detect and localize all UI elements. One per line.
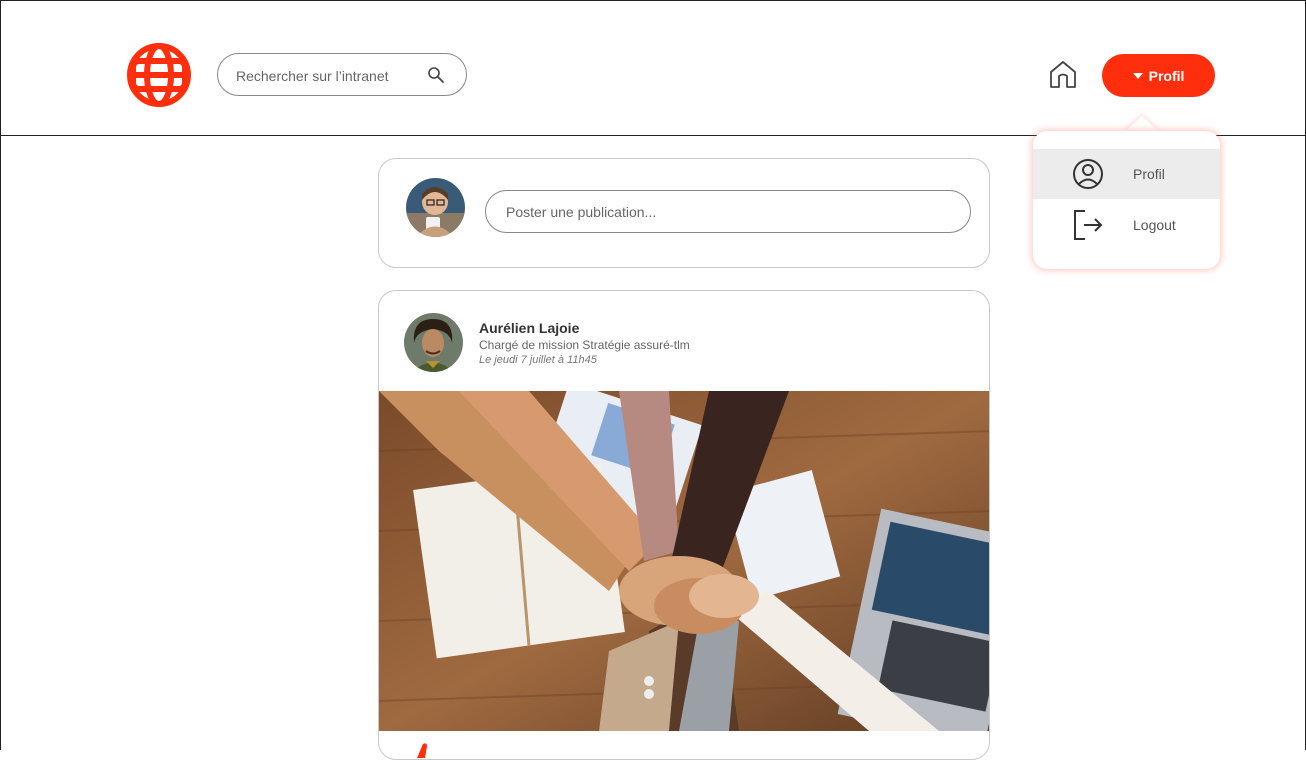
profile-dropdown: Profil Logout <box>1033 131 1220 269</box>
dropdown-item-label: Logout <box>1133 217 1176 233</box>
post-author-role: Chargé de mission Stratégie assuré-tlm <box>479 338 690 352</box>
dropdown-item-logout[interactable]: Logout <box>1033 200 1220 250</box>
post-composer <box>378 158 990 268</box>
home-icon[interactable] <box>1048 59 1078 89</box>
post-author-name[interactable]: Aurélien Lajoie <box>479 320 579 336</box>
dropdown-arrow <box>1124 116 1160 132</box>
profile-button-label: Profil <box>1148 67 1185 84</box>
profile-button[interactable]: Profil <box>1102 54 1215 97</box>
logout-icon <box>1074 210 1103 240</box>
post-image <box>379 391 989 731</box>
globe-logo-icon[interactable] <box>127 43 191 107</box>
avatar[interactable] <box>406 178 465 237</box>
user-circle-icon <box>1073 159 1103 189</box>
top-header: Profil <box>0 0 1306 136</box>
search-input[interactable] <box>234 64 428 88</box>
dropdown-item-label: Profil <box>1133 166 1165 182</box>
avatar[interactable] <box>404 313 463 372</box>
post-date: Le jeudi 7 juillet à 11h45 <box>479 354 597 366</box>
post-card: Aurélien Lajoie Chargé de mission Straté… <box>378 290 990 760</box>
dropdown-item-profil[interactable]: Profil <box>1033 149 1220 199</box>
post-input[interactable] <box>485 190 971 233</box>
caret-down-icon <box>1132 72 1143 79</box>
search-icon[interactable] <box>427 66 445 84</box>
search-box[interactable] <box>217 53 467 96</box>
like-icon[interactable] <box>415 742 435 758</box>
